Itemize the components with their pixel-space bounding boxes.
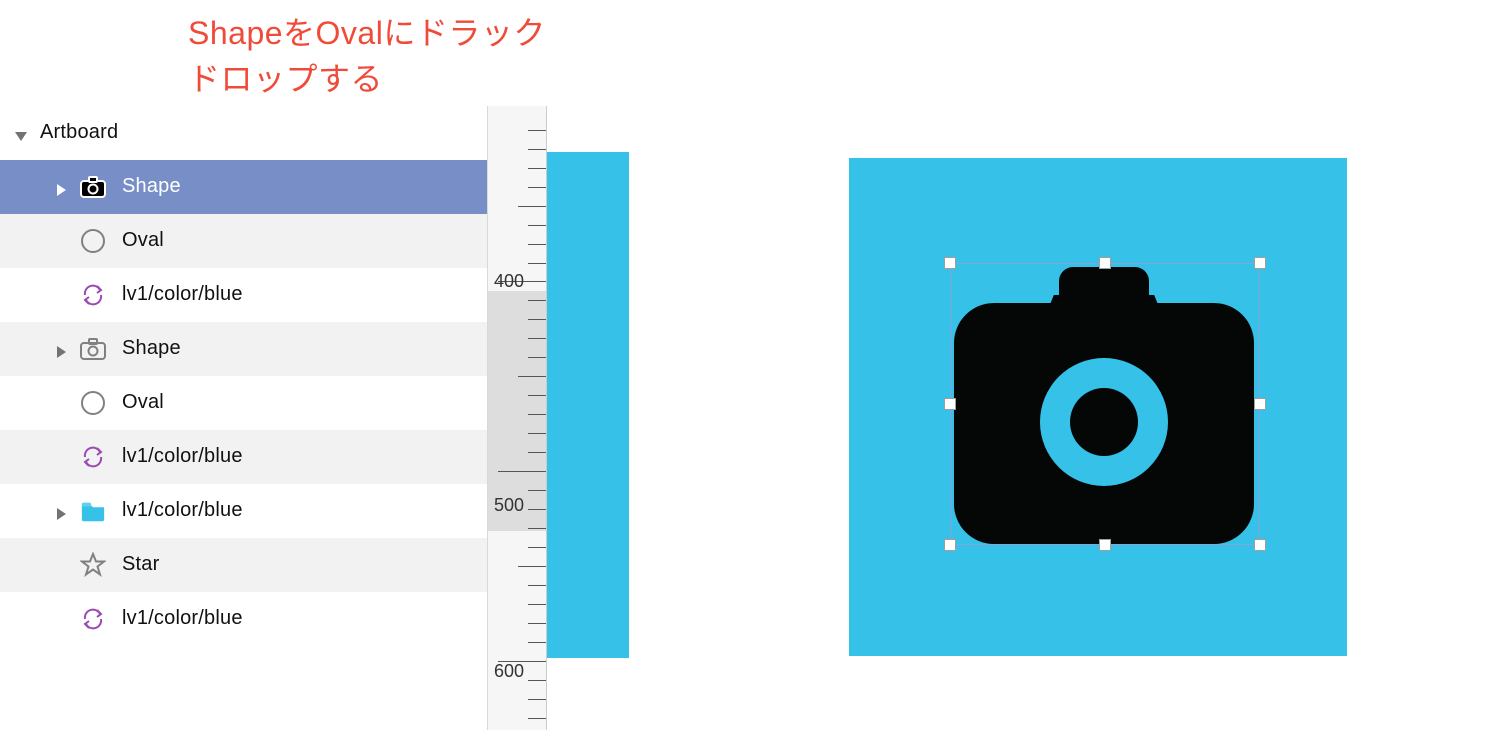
selection-handle[interactable] [1254,398,1266,410]
artboard[interactable] [849,158,1347,656]
layer-label: Artboard [40,121,118,144]
camera-icon [80,336,106,362]
vertical-ruler: 400 500 600 [487,106,547,730]
oval-icon [80,390,106,416]
disclosure-triangle-icon[interactable] [54,180,68,194]
annotation-text: ShapeをOvalにドラック＆ ドロップする [188,10,578,103]
folder-icon [80,498,106,524]
layer-row-symbol-3[interactable]: lv1/color/blue [0,592,487,646]
layer-label: lv1/color/blue [122,445,243,468]
layer-label: lv1/color/blue [122,283,243,306]
layers-panel: Artboard Shape Oval lv1/color/blue [0,106,487,646]
disclosure-triangle-icon[interactable] [54,342,68,356]
selection-handle[interactable] [944,257,956,269]
layer-row-symbol-1[interactable]: lv1/color/blue [0,268,487,322]
annotation-line-2: ドロップする [188,61,383,97]
layer-label: Shape [122,175,181,198]
ruler-label: 500 [494,495,524,516]
selection-handle[interactable] [944,398,956,410]
layer-row-star[interactable]: Star [0,538,487,592]
layer-label: Star [122,553,159,576]
annotation-line-1: ShapeをOvalにドラック＆ [188,15,578,51]
camera-icon [80,174,106,200]
canvas[interactable] [547,0,1496,730]
oval-icon [80,228,106,254]
layer-label: Oval [122,391,164,414]
ruler-label: 400 [494,271,524,292]
selection-handle[interactable] [1099,257,1111,269]
sync-icon [80,444,106,470]
sync-icon [80,282,106,308]
layer-row-shape-2[interactable]: Shape [0,322,487,376]
star-icon [80,552,106,578]
disclosure-triangle-icon[interactable] [54,504,68,518]
selection-handle[interactable] [944,539,956,551]
sync-icon [80,606,106,632]
layer-row-shape-1[interactable]: Shape [0,160,487,214]
ruler-label: 600 [494,661,524,682]
layer-row-artboard[interactable]: Artboard [0,106,487,160]
camera-shape[interactable] [954,267,1254,544]
selection-handle[interactable] [1099,539,1111,551]
artboard-edge[interactable] [547,152,629,658]
layer-row-oval-2[interactable]: Oval [0,376,487,430]
layer-row-folder[interactable]: lv1/color/blue [0,484,487,538]
layer-label: Shape [122,337,181,360]
selection-handle[interactable] [1254,539,1266,551]
layer-row-oval-1[interactable]: Oval [0,214,487,268]
selection-handle[interactable] [1254,257,1266,269]
layer-label: Oval [122,229,164,252]
layer-row-symbol-2[interactable]: lv1/color/blue [0,430,487,484]
layer-label: lv1/color/blue [122,499,243,522]
layer-label: lv1/color/blue [122,607,243,630]
disclosure-triangle-icon[interactable] [14,126,28,140]
